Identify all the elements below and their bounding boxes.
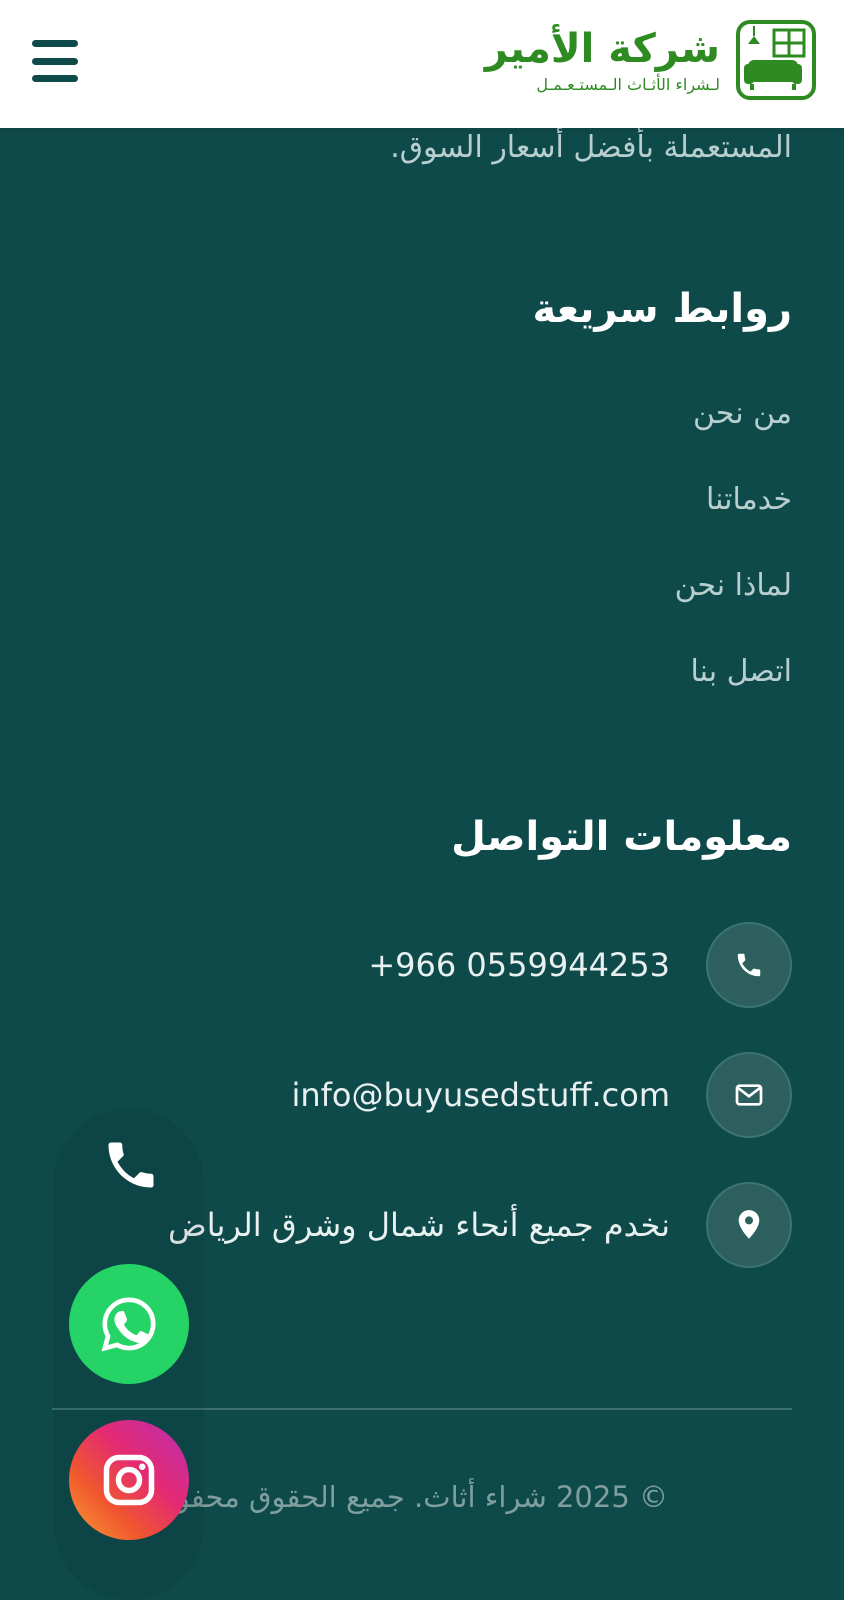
contact-address: نخدم جميع أنحاء شمال وشرق الرياض bbox=[168, 1206, 670, 1244]
floating-whatsapp-button[interactable] bbox=[69, 1264, 189, 1384]
contact-phone[interactable]: +966 0559944253 bbox=[368, 946, 670, 984]
contact-info-title: معلومات التواصل bbox=[451, 814, 792, 860]
logo[interactable]: شركة الأمير لـشراء الأثـاث الـمستـعـمـل bbox=[485, 20, 816, 100]
link-contact-us[interactable]: اتصل بنا bbox=[691, 654, 793, 689]
hamburger-menu-button[interactable] bbox=[30, 40, 78, 82]
about-text: المستعملة بأفضل أسعار السوق. bbox=[390, 130, 792, 165]
link-about-us[interactable]: من نحن bbox=[693, 396, 792, 431]
sofa-window-icon bbox=[736, 20, 816, 100]
instagram-icon bbox=[103, 1454, 155, 1506]
map-pin-icon bbox=[706, 1182, 792, 1268]
contact-email[interactable]: info@buyusedstuff.com bbox=[291, 1076, 670, 1114]
link-why-us[interactable]: لماذا نحن bbox=[675, 568, 792, 603]
contact-address-row: نخدم جميع أنحاء شمال وشرق الرياض bbox=[168, 1182, 792, 1268]
phone-icon bbox=[108, 1142, 154, 1188]
floating-instagram-button[interactable] bbox=[69, 1420, 189, 1540]
quick-links-title: روابط سريعة bbox=[532, 286, 792, 332]
contact-email-row[interactable]: info@buyusedstuff.com bbox=[291, 1052, 792, 1138]
logo-title: شركة الأمير bbox=[484, 26, 720, 72]
link-services[interactable]: خدماتنا bbox=[706, 482, 792, 517]
contact-phone-row[interactable]: +966 0559944253 bbox=[368, 922, 792, 1008]
logo-subtitle: لـشراء الأثـاث الـمستـعـمـل bbox=[536, 75, 720, 94]
copyright-text: © 2025 شراء أثاث. جميع الحقوق محفوظة bbox=[137, 1480, 668, 1514]
site-header: شركة الأمير لـشراء الأثـاث الـمستـعـمـل bbox=[0, 0, 844, 128]
envelope-icon bbox=[706, 1052, 792, 1138]
phone-icon bbox=[706, 922, 792, 1008]
floating-phone-button[interactable] bbox=[96, 1130, 166, 1200]
hamburger-menu-icon bbox=[32, 40, 78, 47]
whatsapp-icon bbox=[101, 1297, 156, 1352]
